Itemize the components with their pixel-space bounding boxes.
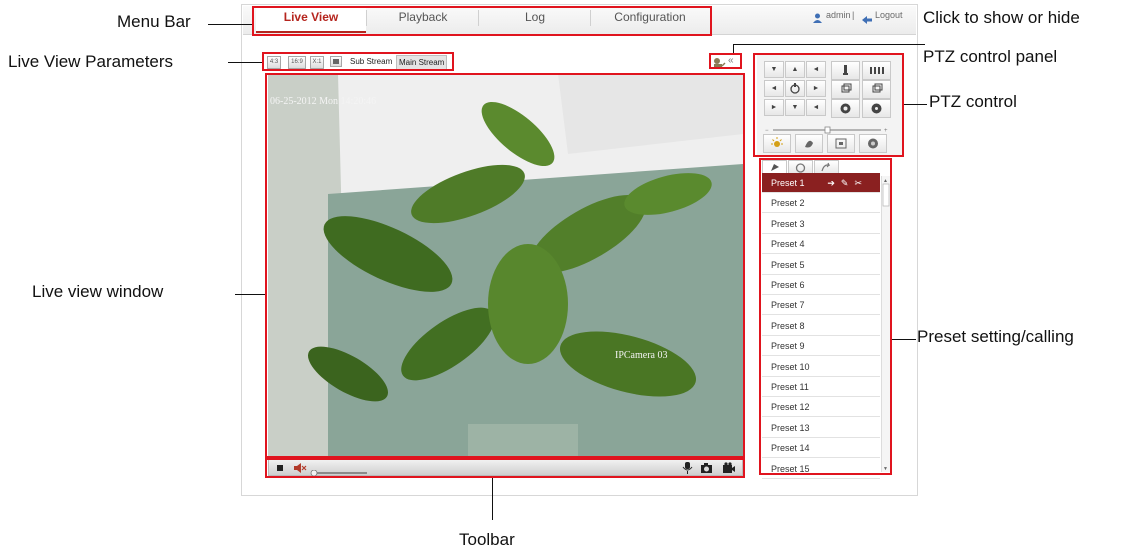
logout-link[interactable]: Logout [875,10,903,20]
username: admin [826,10,851,20]
params-highlight [262,52,454,71]
callout-click-to-show: Click to show or hide [923,8,1080,27]
logout-icon [862,11,872,24]
callout-live-view-parameters: Live View Parameters [8,52,174,71]
callout-toolbar: Toolbar [459,530,515,549]
leader-line [208,24,252,25]
user-separator: | [852,10,855,20]
leader-line [492,478,493,520]
leader-line [733,44,925,45]
toggle-highlight [709,53,742,69]
live-view-highlight [265,73,745,458]
user-icon [813,10,822,23]
callout-live-view-window: Live view window [32,282,164,301]
leader-line [228,62,262,63]
leader-line [235,294,265,295]
callout-menu-bar: Menu Bar [117,12,191,31]
callout-ptz-control: PTZ control [929,92,1017,111]
menu-bar-highlight [252,6,712,36]
preset-highlight [759,158,892,475]
leader-line [892,339,916,340]
leader-line [733,44,734,53]
callout-ptz-control-panel: PTZ control panel [923,47,1058,66]
callout-preset-setting: Preset setting/calling [917,327,1074,346]
toolbar-highlight [265,458,745,478]
leader-line [904,104,927,105]
ptz-highlight [753,53,904,157]
